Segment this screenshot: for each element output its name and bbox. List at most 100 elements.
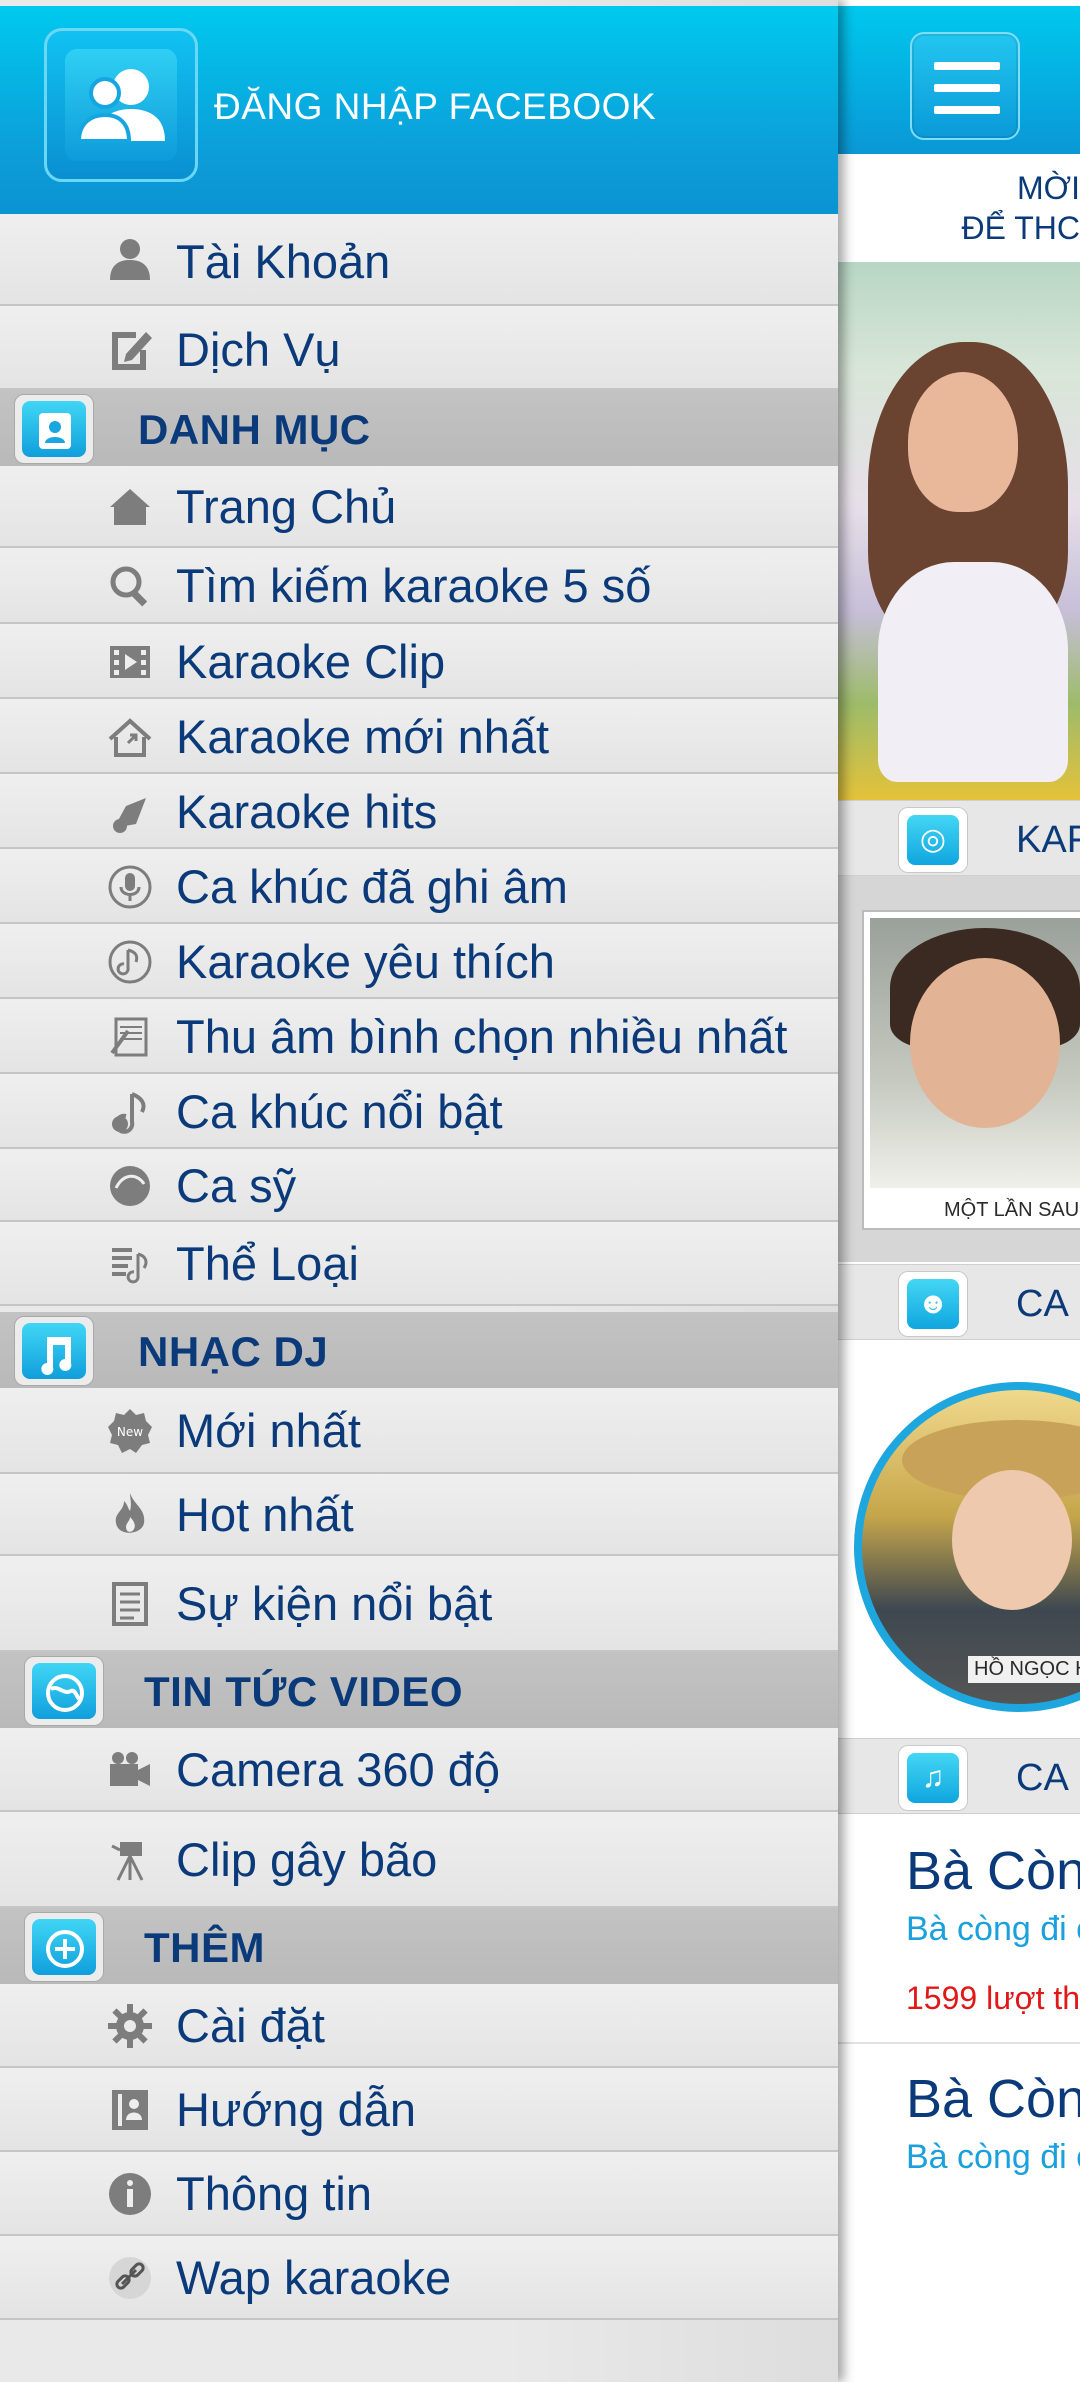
menu-item-recorded-songs[interactable]: Ca khúc đã ghi âm: [0, 849, 838, 924]
menu-bar-icon: [934, 106, 1000, 114]
menu-item-search-karaoke[interactable]: Tìm kiếm karaoke 5 số: [0, 548, 838, 624]
edit-icon: [112, 332, 152, 370]
section-bar-songs[interactable]: ♫ CA: [838, 1738, 1080, 1814]
menu-item-karaoke-newest[interactable]: Karaoke mới nhất: [0, 699, 838, 774]
menu-item-label: Sự kiện nổi bật: [176, 1577, 493, 1630]
menu-item-karaoke-hits[interactable]: Karaoke hits: [0, 774, 838, 849]
menu-item-label: Wap karaoke: [176, 2251, 452, 2304]
section-title: THÊM: [144, 1924, 265, 1971]
menu-item-home[interactable]: Trang Chủ: [0, 466, 838, 548]
video-camera-icon: [110, 1752, 150, 1786]
menu-bar-icon: [934, 62, 1000, 70]
menu-item-account[interactable]: Tài Khoản: [0, 214, 838, 306]
section-bar-karaoke[interactable]: ◎ KAF: [838, 800, 1080, 876]
singer-card[interactable]: HỒ NGỌC HÀ: [838, 1366, 1080, 1726]
menu-item-label: Mới nhất: [176, 1404, 361, 1457]
menu-item-featured-events[interactable]: Sự kiện nổi bật: [0, 1556, 838, 1652]
menu-item-label: Ca sỹ: [176, 1159, 297, 1212]
menu-item-label: Camera 360 độ: [176, 1743, 500, 1796]
favorite-note-icon: [108, 940, 152, 984]
section-title: TIN TỨC VIDEO: [144, 1668, 464, 1715]
menu-item-most-voted-recordings[interactable]: Thu âm bình chọn nhiều nhất: [0, 999, 838, 1074]
microphone-icon: [108, 865, 152, 909]
menu-item-wap-karaoke[interactable]: Wap karaoke: [0, 2236, 838, 2320]
navigation-drawer: ĐĂNG NHẬP FACEBOOK Tài Khoản Dịch Vụ DAN…: [0, 0, 838, 2382]
menu-item-genres[interactable]: Thể Loại: [0, 1222, 838, 1306]
menu-item-guide[interactable]: Hướng dẫn: [0, 2068, 838, 2152]
film-icon: [110, 646, 150, 678]
new-badge-icon: New: [108, 1409, 152, 1453]
link-icon: [109, 2257, 151, 2299]
section-title: CA: [1016, 1757, 1069, 1799]
menu-item-label: Hot nhất: [176, 1488, 354, 1541]
menu-item-karaoke-favorite[interactable]: Karaoke yêu thích: [0, 924, 838, 999]
section-header-categories: DANH MỤC: [0, 390, 838, 466]
users-icon[interactable]: [44, 28, 198, 182]
contacts-icon: [14, 394, 94, 464]
menu-item-singers[interactable]: Ca sỹ: [0, 1149, 838, 1222]
genre-list-icon: [112, 1248, 148, 1284]
menu-item-label: Karaoke Clip: [176, 635, 446, 688]
menu-item-dj-hottest[interactable]: Hot nhất: [0, 1474, 838, 1556]
menu-item-label: Clip gây bão: [176, 1833, 438, 1886]
menu-item-services[interactable]: Dịch Vụ: [0, 306, 838, 390]
search-icon: [110, 566, 148, 607]
menu-item-label: Tài Khoản: [176, 235, 391, 288]
promo-banner-image[interactable]: [838, 262, 1080, 800]
home-icon: [110, 489, 150, 525]
menu-item-label: Thông tin: [176, 2167, 372, 2220]
menu-item-dj-newest[interactable]: New Mới nhất: [0, 1388, 838, 1474]
song-subtitle: Bà còng đi c: [906, 2138, 1080, 2176]
flame-icon: [115, 1493, 145, 1533]
menu-item-label: Hướng dẫn: [176, 2083, 416, 2136]
section-title: DANH MỤC: [138, 406, 371, 453]
menu-item-label: Karaoke mới nhất: [176, 710, 550, 763]
song-item[interactable]: Bà Còng Bà còng đi c 1599 lượt th: [838, 1814, 1080, 2044]
song-item[interactable]: Bà Còng Bà còng đi c: [838, 2046, 1080, 2246]
menu-item-karaoke-clip[interactable]: Karaoke Clip: [0, 624, 838, 699]
menu-item-label: Cài đặt: [176, 1999, 325, 2052]
section-header-more: THÊM: [0, 1908, 838, 1984]
karaoke-clip-card[interactable]: MỘT LẦN SAU CU: [838, 876, 1080, 1262]
promo-line-2: ĐỂ THC: [961, 210, 1080, 246]
karaoke-disc-icon: ◎: [898, 807, 968, 873]
facebook-login-label[interactable]: ĐĂNG NHẬP FACEBOOK: [214, 86, 656, 128]
gear-icon: [108, 2004, 152, 2048]
promo-line-1: MỜI: [1017, 170, 1080, 206]
menu-item-label: Karaoke yêu thích: [176, 935, 555, 988]
song-subtitle: Bà còng đi c: [906, 1910, 1080, 1948]
clip-thumbnail: [870, 918, 1080, 1188]
section-title: NHẠC DJ: [138, 1328, 329, 1375]
menu-item-camera-360[interactable]: Camera 360 độ: [0, 1728, 838, 1812]
menu-item-label: Thể Loại: [176, 1237, 359, 1290]
menu-item-label: Trang Chủ: [176, 480, 397, 533]
menu-item-featured-songs[interactable]: Ca khúc nổi bật: [0, 1074, 838, 1149]
singer-icon: ☻: [898, 1271, 968, 1337]
menu-item-label: Karaoke hits: [176, 785, 438, 838]
section-header-video-news: TIN TỨC VIDEO: [0, 1652, 838, 1728]
menu-item-viral-clips[interactable]: Clip gây bão: [0, 1812, 838, 1908]
plus-icon: [24, 1912, 104, 1982]
menu-bar-icon: [934, 84, 1000, 92]
drawer-header[interactable]: ĐĂNG NHẬP FACEBOOK: [0, 6, 838, 214]
globe-icon: [24, 1656, 104, 1726]
section-bar-singer[interactable]: ☻ CA: [838, 1264, 1080, 1340]
clip-caption: MỘT LẦN SAU CU: [944, 1199, 1080, 1221]
section-title: KAF: [1016, 819, 1080, 861]
music-note-icon: ♫: [898, 1745, 968, 1811]
menu-item-information[interactable]: Thông tin: [0, 2152, 838, 2236]
song-title: Bà Còng: [906, 2069, 1080, 2129]
main-content: MỜI ĐỂ THC ◎ KAF MỘT LẦN SAU CU ☻ CA HỒ …: [838, 0, 1080, 2382]
guide-book-icon: [112, 2090, 148, 2130]
menu-item-settings[interactable]: Cài đặt: [0, 1984, 838, 2068]
menu-item-label: Dịch Vụ: [176, 323, 341, 376]
singer-name: HỒ NGỌC HÀ: [968, 1656, 1080, 1683]
song-title: Bà Còng: [906, 1841, 1080, 1901]
user-icon: [110, 239, 150, 280]
song-views: 1599 lượt th: [906, 1980, 1080, 2016]
new-home-icon: [108, 718, 152, 757]
menu-item-label: Thu âm bình chọn nhiều nhất: [176, 1010, 788, 1063]
menu-item-label: Ca khúc nổi bật: [176, 1085, 503, 1138]
score-sheet-icon: [110, 1017, 148, 1057]
hamburger-menu-button[interactable]: [910, 32, 1020, 140]
